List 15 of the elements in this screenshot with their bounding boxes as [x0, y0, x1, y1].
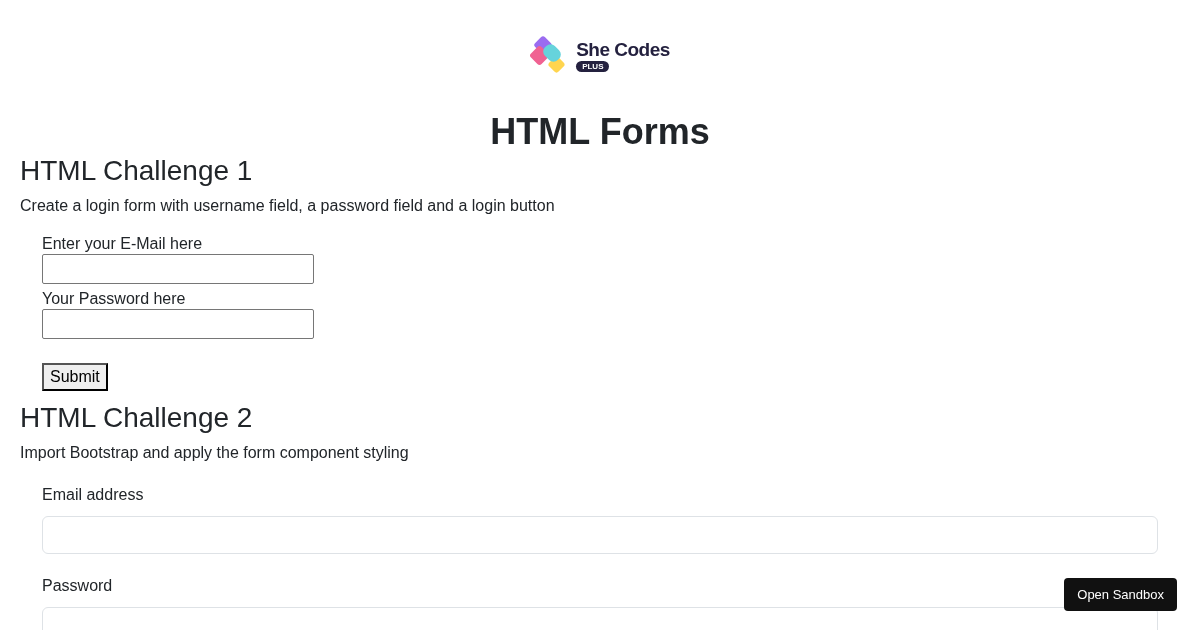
submit-button[interactable]: Submit	[42, 363, 108, 391]
challenge-description: Import Bootstrap and apply the form component styling	[20, 443, 410, 463]
field-label: Enter your E-Mail here	[42, 235, 203, 253]
challenge-heading: HTML Challenge 1	[20, 154, 254, 188]
page-title: HTML Forms	[489, 110, 711, 154]
field-label: Email address	[42, 485, 144, 505]
field-label: Password	[42, 576, 113, 596]
input-field[interactable]	[42, 254, 314, 284]
challenge-description: Create a login form with username field, a password field and a login button	[20, 196, 556, 216]
logo-badge: PLUS	[576, 61, 610, 72]
input-field[interactable]	[42, 309, 314, 339]
open-sandbox-button[interactable]: Open Sandbox	[1064, 578, 1177, 611]
field-label: Your Password here	[42, 290, 186, 308]
challenge-heading: HTML Challenge 2	[20, 401, 254, 435]
logo-name: She Codes	[576, 40, 670, 60]
